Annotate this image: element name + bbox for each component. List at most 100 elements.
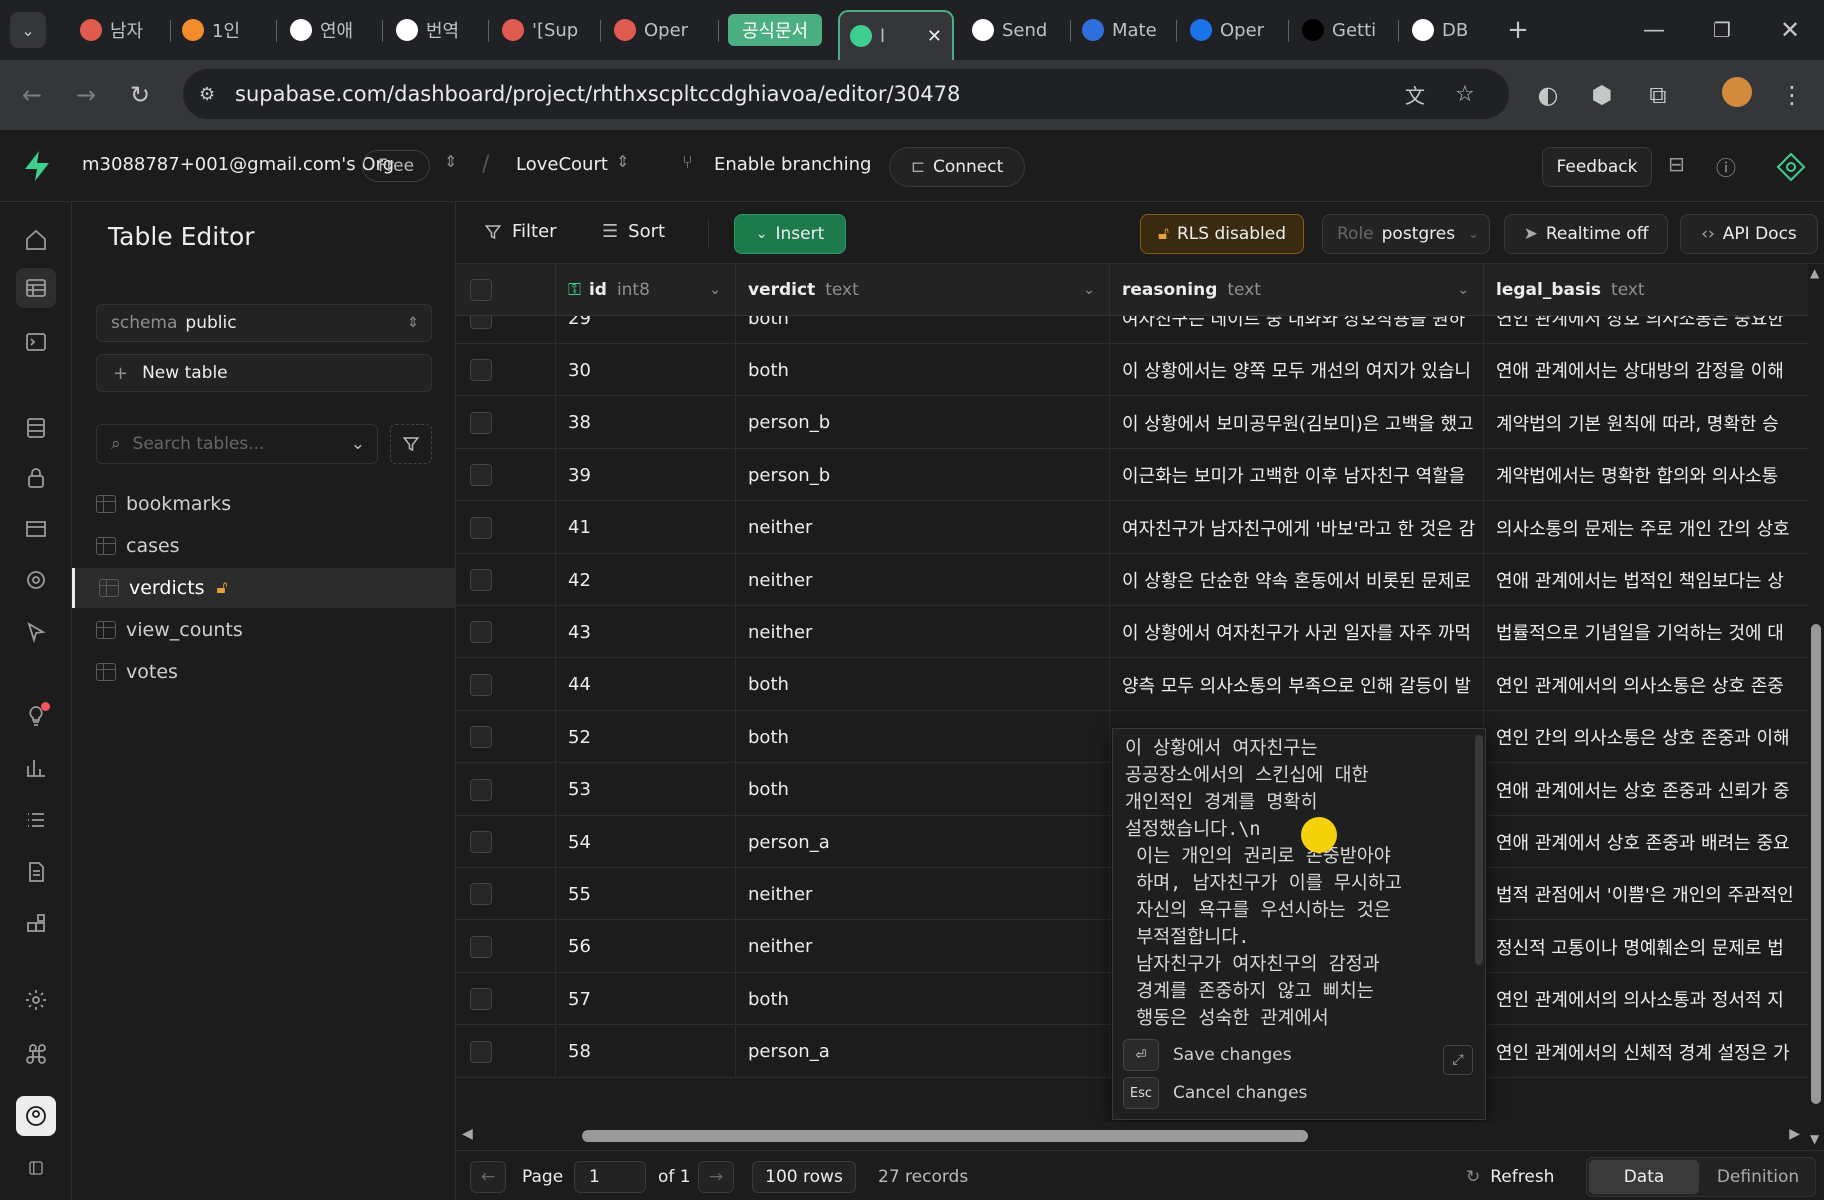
browser-tab[interactable]: Getti [1292, 10, 1394, 50]
vertical-scrollbar[interactable]: ▲ ▼ [1808, 264, 1824, 1150]
org-switcher-icon[interactable]: ⇕ [444, 152, 457, 171]
home-icon[interactable] [16, 220, 56, 260]
role-selector[interactable]: Role postgres ⌄ [1322, 214, 1490, 254]
browser-tab[interactable]: 공식문서 [728, 14, 822, 46]
browser-tab[interactable]: 연애 [280, 10, 378, 50]
table-row[interactable]: 43 neither 이 상황에서 여자친구가 사귄 일자를 자주 까먹 법률적으로 … [456, 606, 1808, 659]
browser-tab[interactable]: l ✕ [838, 10, 954, 60]
cell-id[interactable]: 41 [556, 501, 736, 554]
supabase-logo-icon[interactable] [22, 150, 52, 182]
cell-id[interactable]: 55 [556, 868, 736, 921]
refresh-button[interactable]: ↻ Refresh [1466, 1161, 1554, 1193]
cell-legal-basis[interactable]: 법률적으로 기념일을 기억하는 것에 대 [1484, 606, 1808, 658]
extensions-puzzle-icon[interactable]: ⧉ [1640, 77, 1676, 113]
cell-legal-basis[interactable]: 의사소통의 문제는 주로 개인 간의 상호 [1484, 502, 1808, 554]
cell-legal-basis[interactable]: 법적 관점에서 '이쁨'은 개인의 주관적인 [1484, 868, 1808, 920]
cell-legal-basis[interactable]: 계약법의 기본 원칙에 따라, 명확한 승 [1484, 397, 1808, 449]
cancel-changes-action[interactable]: Esc Cancel changes [1123, 1077, 1307, 1109]
browser-tab[interactable]: Oper [604, 10, 714, 50]
cell-legal-basis[interactable]: 연애 관계에서는 법적인 책임보다는 상 [1484, 554, 1808, 606]
cell-reasoning[interactable]: 이 상황에서는 양쪽 모두 개선의 여지가 있습니 [1110, 344, 1484, 397]
bookmark-star-icon[interactable]: ☆ [1455, 82, 1475, 107]
row-checkbox[interactable] [470, 411, 492, 434]
row-checkbox[interactable] [470, 569, 492, 591]
row-checkbox[interactable] [470, 621, 492, 644]
project-name[interactable]: LoveCourt [516, 154, 608, 175]
cell-reasoning[interactable]: 이 상황에서 여자친구가 사귄 일자를 자주 까먹 [1110, 606, 1484, 659]
cell-id[interactable]: 38 [556, 396, 736, 449]
scroll-right-icon[interactable]: ▶ [1789, 1126, 1800, 1142]
help-icon[interactable]: ⓘ [1716, 152, 1736, 181]
url-text[interactable]: supabase.com/dashboard/project/rhthxscpl… [235, 82, 960, 106]
cell-legal-basis[interactable]: 연인 관계에서의 신체적 경계 설정은 가 [1484, 1026, 1808, 1078]
org-name[interactable]: m3088787+001@gmail.com's Org [82, 154, 394, 175]
page-input[interactable]: 1 [574, 1161, 646, 1193]
close-tab-icon[interactable]: ✕ [927, 26, 942, 47]
table-editor-icon[interactable] [16, 268, 56, 308]
settings-gear-icon[interactable] [16, 980, 56, 1020]
cell-verdict[interactable]: person_a [736, 816, 1110, 868]
chevron-down-icon[interactable]: ⌄ [709, 282, 721, 298]
chevron-down-icon[interactable]: ⌄ [1083, 282, 1095, 298]
cell-reasoning[interactable]: 이 상황에서 보미공무원(김보미)은 고백을 했고 [1110, 396, 1484, 449]
cell-id[interactable]: 52 [556, 711, 736, 764]
address-bar[interactable]: ⚙ supabase.com/dashboard/project/rhthxsc… [183, 69, 1509, 119]
database-icon[interactable] [16, 408, 56, 448]
column-header-verdict[interactable]: verdict text ⌄ [736, 264, 1110, 316]
cell-verdict[interactable]: person_b [736, 449, 1110, 502]
table-row[interactable]: 41 neither 여자친구가 남자친구에게 '바보'라고 한 것은 감 의사소통의… [456, 501, 1808, 554]
assistant-icon[interactable] [1776, 152, 1806, 182]
save-changes-action[interactable]: ⏎ Save changes [1123, 1039, 1292, 1071]
cell-legal-basis[interactable]: 연인 간의 의사소통은 상호 존중과 이해 [1484, 711, 1808, 763]
row-checkbox[interactable] [470, 988, 492, 1011]
table-row[interactable]: 42 neither 이 상황은 단순한 약속 혼동에서 비롯된 문제로 연애 관계에… [456, 554, 1808, 606]
insert-button[interactable]: ⌄ Insert [734, 214, 846, 254]
cell-verdict[interactable]: neither [736, 606, 1110, 659]
cell-verdict[interactable]: both [736, 763, 1110, 816]
project-switcher-icon[interactable]: ⇕ [616, 152, 629, 171]
cell-reasoning[interactable]: 여자친구가 남자친구에게 '바보'라고 한 것은 감 [1110, 501, 1484, 554]
back-button[interactable]: ← [14, 77, 50, 113]
cell-verdict[interactable]: both [736, 711, 1110, 764]
horizontal-scroll-thumb[interactable] [582, 1130, 1308, 1142]
row-checkbox[interactable] [470, 516, 492, 539]
cell-verdict[interactable]: person_b [736, 396, 1110, 449]
cell-id[interactable]: 44 [556, 658, 736, 711]
cell-verdict[interactable]: both [736, 658, 1110, 711]
row-checkbox[interactable] [470, 831, 492, 853]
row-checkbox[interactable] [470, 935, 492, 958]
integrations-icon[interactable] [16, 904, 56, 944]
row-checkbox[interactable] [470, 464, 492, 487]
table-row[interactable]: 30 both 이 상황에서는 양쪽 모두 개선의 여지가 있습니 연애 관계에서는 … [456, 344, 1808, 397]
cell-id[interactable]: 42 [556, 554, 736, 606]
cell-verdict[interactable]: both [736, 344, 1110, 397]
command-icon[interactable] [16, 1034, 56, 1074]
reports-icon[interactable] [16, 748, 56, 788]
advisors-icon[interactable] [16, 696, 56, 736]
logs-icon[interactable] [16, 800, 56, 840]
cell-legal-basis[interactable]: 계약법에서는 명확한 합의와 의사소통 [1484, 449, 1808, 501]
browser-tab[interactable]: Oper [1180, 10, 1284, 50]
row-checkbox[interactable] [470, 778, 492, 801]
tab-data[interactable]: Data [1589, 1160, 1699, 1194]
connect-button[interactable]: ⊏ Connect [889, 147, 1025, 187]
tab-definition[interactable]: Definition [1703, 1160, 1813, 1194]
column-header-id[interactable]: ⚿ id int8 ⌄ [556, 264, 736, 316]
chevron-down-icon[interactable]: ⌄ [1457, 282, 1469, 298]
scroll-left-icon[interactable]: ◀ [462, 1126, 473, 1142]
translate-icon[interactable]: 文 [1405, 80, 1425, 109]
cell-verdict[interactable]: neither [736, 868, 1110, 921]
table-row[interactable]: 39 person_b 이근화는 보미가 고백한 이후 남자친구 역할을 계약법에서는… [456, 449, 1808, 502]
browser-tab[interactable]: DB [1402, 10, 1498, 50]
forward-button[interactable]: → [68, 77, 104, 113]
sidebar-item-verdicts[interactable]: verdicts 🔓︎ [72, 568, 456, 608]
extension-shield-icon[interactable]: ⬢ [1584, 77, 1620, 113]
column-header-reasoning[interactable]: reasoning text ⌄ [1110, 264, 1484, 316]
rls-disabled-button[interactable]: 🔓︎ RLS disabled [1140, 214, 1304, 254]
table-row[interactable]: 44 both 양측 모두 의사소통의 부족으로 인해 갈등이 발 연인 관계에서의 … [456, 658, 1808, 711]
cell-legal-basis[interactable]: 연애 관계에서는 상호 존중과 신뢰가 중 [1484, 764, 1808, 816]
cell-verdict[interactable]: both [736, 973, 1110, 1026]
cell-reasoning[interactable]: 이 상황은 단순한 약속 혼동에서 비롯된 문제로 [1110, 554, 1484, 606]
row-checkbox[interactable] [470, 1040, 492, 1063]
cell-verdict[interactable]: neither [736, 554, 1110, 606]
